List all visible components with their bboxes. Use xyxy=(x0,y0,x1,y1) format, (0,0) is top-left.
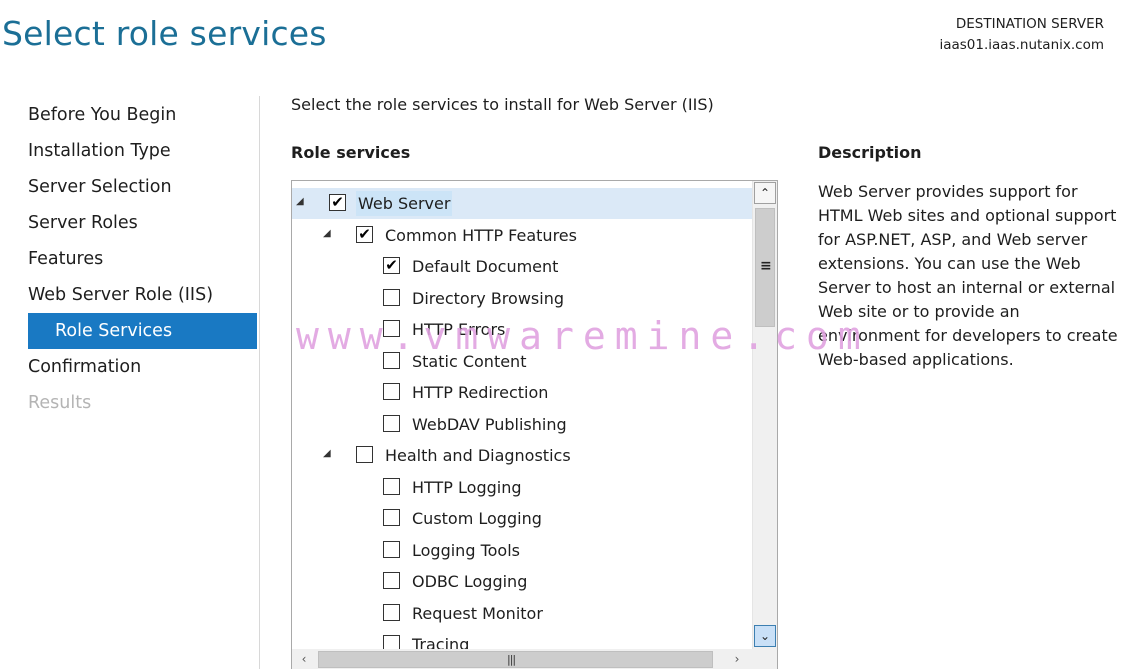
horizontal-scrollbar[interactable]: ‹ ||| › xyxy=(292,649,777,669)
role-checkbox[interactable] xyxy=(383,603,400,621)
role-checkbox[interactable] xyxy=(383,477,400,495)
nav-item-server-roles[interactable]: Server Roles xyxy=(28,205,257,241)
destination-server-info: DESTINATION SERVER iaas01.iaas.nutanix.c… xyxy=(939,14,1104,56)
role-checkbox[interactable] xyxy=(383,540,400,558)
role-checkbox[interactable] xyxy=(356,446,373,463)
scroll-right-button[interactable]: › xyxy=(725,649,749,669)
wizard-nav: Before You Begin Installation Type Server … xyxy=(28,97,257,421)
tree-item-label[interactable]: HTTP Logging xyxy=(410,475,524,500)
destination-server-name: iaas01.iaas.nutanix.com xyxy=(939,37,1104,53)
horizontal-scroll-thumb[interactable]: ||| xyxy=(318,651,713,668)
tree-row[interactable]: ODBC Logging xyxy=(292,566,754,598)
scroll-up-button[interactable]: ⌃ xyxy=(754,182,776,204)
chevron-left-icon: ‹ xyxy=(301,652,307,666)
nav-item-role-services[interactable]: Role Services xyxy=(28,313,257,349)
vertical-scrollbar[interactable]: ⌃ ≡ ⌄ xyxy=(752,181,777,650)
role-checkbox[interactable]: ✔ xyxy=(356,224,373,243)
role-checkbox[interactable] xyxy=(383,288,400,306)
destination-label: DESTINATION SERVER xyxy=(955,16,1104,32)
tree-row[interactable]: Request Monitor xyxy=(292,598,754,630)
vertical-scroll-thumb[interactable]: ≡ xyxy=(755,208,775,327)
checkmark-icon: ✔ xyxy=(358,224,371,243)
grip-icon: ||| xyxy=(507,653,516,666)
role-checkbox[interactable] xyxy=(383,572,400,589)
tree-item-label[interactable]: Default Document xyxy=(410,254,560,279)
nav-item-web-server-role-iis[interactable]: Web Server Role (IIS) xyxy=(28,277,257,313)
role-checkbox[interactable]: ✔ xyxy=(329,194,346,211)
tree-row[interactable]: WebDAV Publishing xyxy=(292,409,754,441)
role-services-tree[interactable]: ◢ ✔ Web Server ◢ ✔ Common HTTP Features ✔ Defau… xyxy=(291,180,778,669)
chevron-right-icon: › xyxy=(734,652,740,666)
tree-item-label[interactable]: HTTP Redirection xyxy=(410,380,550,405)
tree-item-label[interactable]: Request Monitor xyxy=(410,601,545,626)
instruction-text: Select the role services to install for … xyxy=(291,95,714,114)
role-checkbox[interactable] xyxy=(383,509,400,526)
tree-row[interactable]: ◢ Health and Diagnostics xyxy=(292,440,754,472)
nav-separator xyxy=(259,96,260,669)
tree-item-label[interactable]: Health and Diagnostics xyxy=(383,443,573,468)
chevron-up-icon: ⌃ xyxy=(759,186,771,200)
tree-item-label[interactable]: Logging Tools xyxy=(410,538,522,563)
expanded-triangle-icon[interactable]: ◢ xyxy=(296,197,305,207)
checkmark-icon: ✔ xyxy=(385,256,398,274)
expanded-triangle-icon[interactable]: ◢ xyxy=(323,228,332,238)
tree-item-label[interactable]: Web Server xyxy=(356,191,453,216)
tree-row[interactable]: ◢ ✔ Common HTTP Features xyxy=(292,220,754,252)
nav-item-results: Results xyxy=(28,393,92,413)
tree-row[interactable]: HTTP Logging xyxy=(292,472,754,504)
checkmark-icon: ✔ xyxy=(331,193,344,211)
scroll-left-button[interactable]: ‹ xyxy=(292,649,316,669)
nav-item-confirmation[interactable]: Confirmation xyxy=(28,349,257,385)
chevron-down-icon: ⌄ xyxy=(759,629,771,643)
tree-row[interactable]: ✔ Default Document xyxy=(292,251,754,283)
grip-icon: ≡ xyxy=(760,258,772,274)
scroll-down-button[interactable]: ⌄ xyxy=(754,625,776,647)
role-services-heading: Role services xyxy=(291,143,411,162)
tree-item-label[interactable]: WebDAV Publishing xyxy=(410,412,569,437)
nav-item-server-selection[interactable]: Server Selection xyxy=(28,169,257,205)
tree-row[interactable]: Directory Browsing xyxy=(292,283,754,315)
role-checkbox[interactable] xyxy=(383,383,400,400)
tree-item-label[interactable]: Directory Browsing xyxy=(410,286,566,311)
tree-item-label[interactable]: Custom Logging xyxy=(410,506,544,531)
role-checkbox[interactable]: ✔ xyxy=(383,257,400,274)
tree-row[interactable]: Logging Tools xyxy=(292,535,754,567)
watermark: www.vmwaremine.com xyxy=(296,314,870,358)
nav-item-installation-type[interactable]: Installation Type xyxy=(28,133,257,169)
page-title: Select role services xyxy=(2,14,327,53)
description-heading: Description xyxy=(818,143,922,162)
tree-row[interactable]: HTTP Redirection xyxy=(292,377,754,409)
tree-item-label[interactable]: ODBC Logging xyxy=(410,569,529,594)
role-checkbox[interactable] xyxy=(383,414,400,432)
tree-rows: ◢ ✔ Web Server ◢ ✔ Common HTTP Features ✔ Defau… xyxy=(292,188,754,661)
expanded-triangle-icon[interactable]: ◢ xyxy=(323,449,332,459)
nav-item-features[interactable]: Features xyxy=(28,241,257,277)
tree-item-label[interactable]: Common HTTP Features xyxy=(383,223,579,248)
nav-item-before-you-begin[interactable]: Before You Begin xyxy=(28,97,257,133)
tree-row[interactable]: ◢ ✔ Web Server xyxy=(292,188,754,220)
tree-row[interactable]: Custom Logging xyxy=(292,503,754,535)
